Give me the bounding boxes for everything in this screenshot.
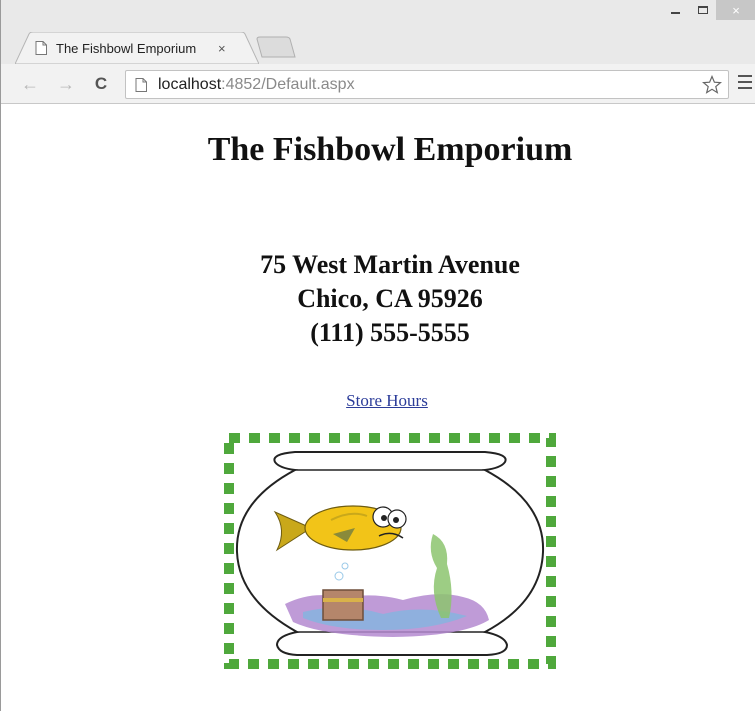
tab-close-icon[interactable]: × — [218, 41, 226, 56]
page-title: The Fishbowl Emporium — [207, 131, 573, 168]
close-window-button[interactable]: × — [716, 0, 755, 20]
page-icon — [35, 41, 47, 55]
url-path: :4852/Default.aspx — [221, 76, 355, 93]
address-street: 75 West Martin Avenue — [260, 250, 520, 279]
minimize-button[interactable] — [662, 0, 689, 20]
browser-window: × The Fishbowl Emporium × ← → C localhos… — [0, 0, 755, 711]
tab-active[interactable]: The Fishbowl Emporium × — [15, 32, 259, 64]
page-icon — [135, 78, 147, 92]
address-bar[interactable]: localhost:4852/Default.aspx — [125, 70, 729, 99]
minimize-icon — [671, 12, 680, 14]
reload-icon[interactable]: C — [90, 73, 112, 95]
forward-arrow-icon[interactable]: → — [55, 73, 77, 95]
back-arrow-icon[interactable]: ← — [19, 73, 41, 95]
store-hours-link[interactable]: Store Hours — [1, 391, 755, 411]
window-controls: × — [662, 0, 755, 22]
tab-title: The Fishbowl Emporium — [56, 40, 197, 56]
store-address: 75 West Martin Avenue Chico, CA 95926 (1… — [1, 248, 755, 350]
fishbowl-image — [224, 433, 556, 669]
bookmark-star-icon[interactable] — [702, 75, 722, 95]
browser-toolbar: ← → C localhost:4852/Default.aspx — [1, 64, 755, 104]
url-text: localhost:4852/Default.aspx — [158, 76, 355, 94]
maximize-button[interactable] — [689, 0, 716, 20]
phone-number: (111) 555-5555 — [310, 318, 470, 347]
maximize-icon — [697, 6, 708, 14]
page-content: The Fishbowl Emporium 75 West Martin Ave… — [1, 105, 755, 711]
url-host: localhost — [158, 76, 222, 93]
menu-icon[interactable] — [738, 75, 752, 91]
title-bar: × The Fishbowl Emporium × — [1, 0, 755, 64]
address-city: Chico, CA 95926 — [297, 284, 483, 313]
new-tab-button[interactable] — [256, 36, 296, 58]
